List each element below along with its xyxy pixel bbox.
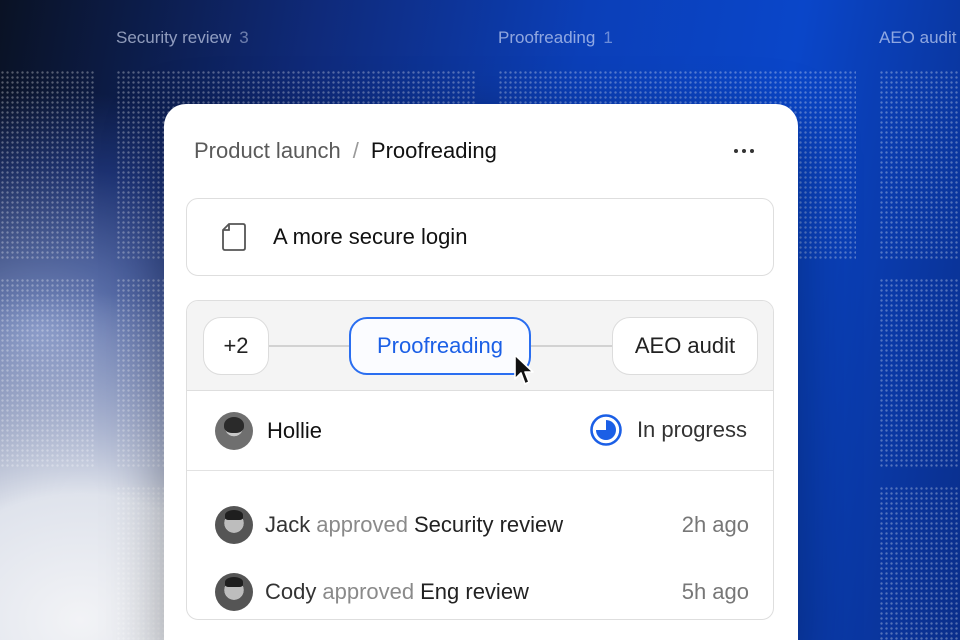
board-tile <box>879 486 960 640</box>
document-item[interactable]: A more secure login <box>186 198 774 276</box>
activity-list: Jack approved Security review 2h ago Cody a… <box>187 471 773 619</box>
breadcrumb-separator: / <box>352 138 359 163</box>
pointer-cursor-icon <box>514 354 534 385</box>
activity-text: Cody approved Eng review <box>265 579 529 605</box>
column-header-aeo-audit[interactable]: AEO audit <box>879 28 957 48</box>
board-tile <box>879 70 960 260</box>
board-tile <box>0 278 94 468</box>
stage-track: +2 Proofreading AEO audit <box>187 301 773 391</box>
avatar <box>215 411 253 450</box>
assignee-name: Hollie <box>267 417 323 443</box>
column-header-security-review[interactable]: Security review 3 <box>116 28 249 48</box>
activity-time: 2h ago <box>681 511 749 537</box>
activity-target: Eng review <box>420 578 529 604</box>
board-tile <box>879 278 960 468</box>
breadcrumb: Product launch / Proofreading <box>194 138 768 164</box>
stage-more-chip[interactable]: +2 <box>203 317 269 375</box>
activity-verb: approved <box>322 578 415 604</box>
column-count: 1 <box>603 28 613 47</box>
activity-target: Security review <box>414 511 564 537</box>
column-label: Proofreading <box>498 28 596 47</box>
more-horizontal-icon <box>734 149 738 153</box>
column-count: 3 <box>239 28 249 47</box>
column-label: AEO audit <box>879 28 957 47</box>
breadcrumb-parent[interactable]: Product launch <box>194 138 341 164</box>
assignee-row[interactable]: Hollie In progress <box>187 391 773 471</box>
list-item: Cody approved Eng review 5h ago <box>187 558 773 619</box>
activity-text: Jack approved Security review <box>265 512 563 538</box>
activity-actor: Jack <box>265 511 311 537</box>
workflow-panel: +2 Proofreading AEO audit Hollie In prog… <box>186 300 774 620</box>
status-label: In progress <box>636 417 747 442</box>
document-icon <box>222 223 246 251</box>
more-dot <box>750 149 754 153</box>
in-progress-icon <box>590 414 622 446</box>
task-card: Product launch / Proofreading A more sec… <box>164 104 798 640</box>
board-tile <box>0 70 94 260</box>
activity-actor: Cody <box>265 578 317 604</box>
status-indicator[interactable]: In progress <box>589 413 747 447</box>
stage-next-chip[interactable]: AEO audit <box>612 317 758 375</box>
document-title: A more secure login <box>273 224 468 249</box>
column-header-proofreading[interactable]: Proofreading 1 <box>498 28 613 48</box>
activity-verb: approved <box>316 511 408 537</box>
avatar <box>215 572 253 611</box>
breadcrumb-current: Proofreading <box>370 138 497 163</box>
more-options-button[interactable] <box>726 136 762 166</box>
more-dot <box>742 149 746 153</box>
activity-time: 5h ago <box>681 578 749 604</box>
list-item: Jack approved Security review 2h ago <box>187 491 773 558</box>
column-label: Security review <box>116 28 232 47</box>
card-header: Product launch / Proofreading <box>194 138 768 168</box>
stage-current-chip[interactable]: Proofreading <box>349 317 531 375</box>
avatar <box>215 505 253 544</box>
